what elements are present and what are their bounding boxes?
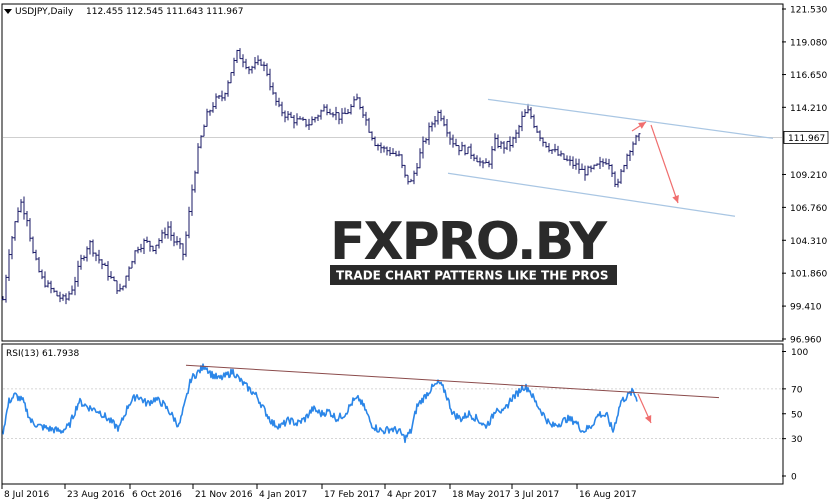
time-tick-label: 16 Aug 2017	[579, 490, 637, 500]
price-tick-label: 106.760	[790, 204, 827, 214]
price-tick-label: 114.210	[790, 104, 827, 114]
time-tick-label: 17 Feb 2017	[324, 490, 380, 500]
rsi-tick-label: 70	[791, 385, 803, 395]
time-tick-label: 6 Oct 2016	[132, 490, 182, 500]
price-tick-label: 109.210	[790, 171, 827, 181]
price-tick-label: 104.310	[790, 237, 827, 247]
time-tick-label: 23 Aug 2016	[67, 490, 125, 500]
watermark-tagline: TRADE CHART PATTERNS LIKE THE PROS	[336, 269, 609, 283]
price-tick-label: 119.080	[790, 38, 827, 48]
time-tick-label: 8 Jul 2016	[4, 490, 49, 500]
current-price-label: 111.967	[788, 134, 825, 144]
rsi-tick-label: 100	[791, 348, 808, 358]
price-tick-label: 99.410	[790, 303, 822, 313]
time-tick-label: 4 Jan 2017	[259, 490, 307, 500]
watermark-brand: FXPRO.BY	[330, 212, 608, 272]
price-header: USDJPY,Daily 112.455 112.545 111.643 111…	[4, 7, 243, 17]
time-tick-label: 4 Apr 2017	[387, 490, 437, 500]
time-tick-label: 18 May 2017	[452, 490, 511, 500]
time-tick-label: 3 Jul 2017	[514, 490, 559, 500]
rsi-tick-label: 30	[791, 435, 803, 445]
rsi-tick-label: 50	[791, 410, 803, 420]
price-tick-label: 96.960	[790, 336, 822, 346]
time-tick-label: 21 Nov 2016	[195, 490, 253, 500]
rsi-label: RSI(13) 61.7938	[6, 349, 79, 359]
price-tick-label: 121.530	[790, 6, 827, 16]
chart-canvas[interactable]: 121.530 119.080 116.650 114.210 111.967 109.2…	[0, 0, 829, 504]
price-tick-label: 101.860	[790, 270, 827, 280]
rsi-tick-label: 0	[791, 473, 797, 483]
price-tick-label: 116.650	[790, 71, 827, 81]
symbol-label: USDJPY,Daily	[15, 7, 74, 17]
watermark-logo: FXPRO.BY TRADE CHART PATTERNS LIKE THE P…	[330, 212, 617, 285]
ohlc-values: 112.455 112.545 111.643 111.967	[86, 7, 243, 17]
